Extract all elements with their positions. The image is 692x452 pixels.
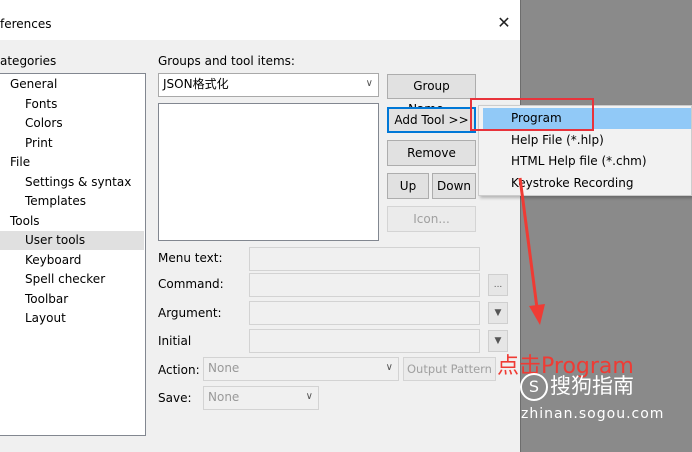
sogou-logo-icon: S — [520, 373, 548, 401]
watermark-brand: S 搜狗指南 — [520, 370, 634, 401]
watermark-url: zhinan.sogou.com — [521, 406, 665, 422]
watermark-brand-text: 搜狗指南 — [550, 374, 634, 398]
